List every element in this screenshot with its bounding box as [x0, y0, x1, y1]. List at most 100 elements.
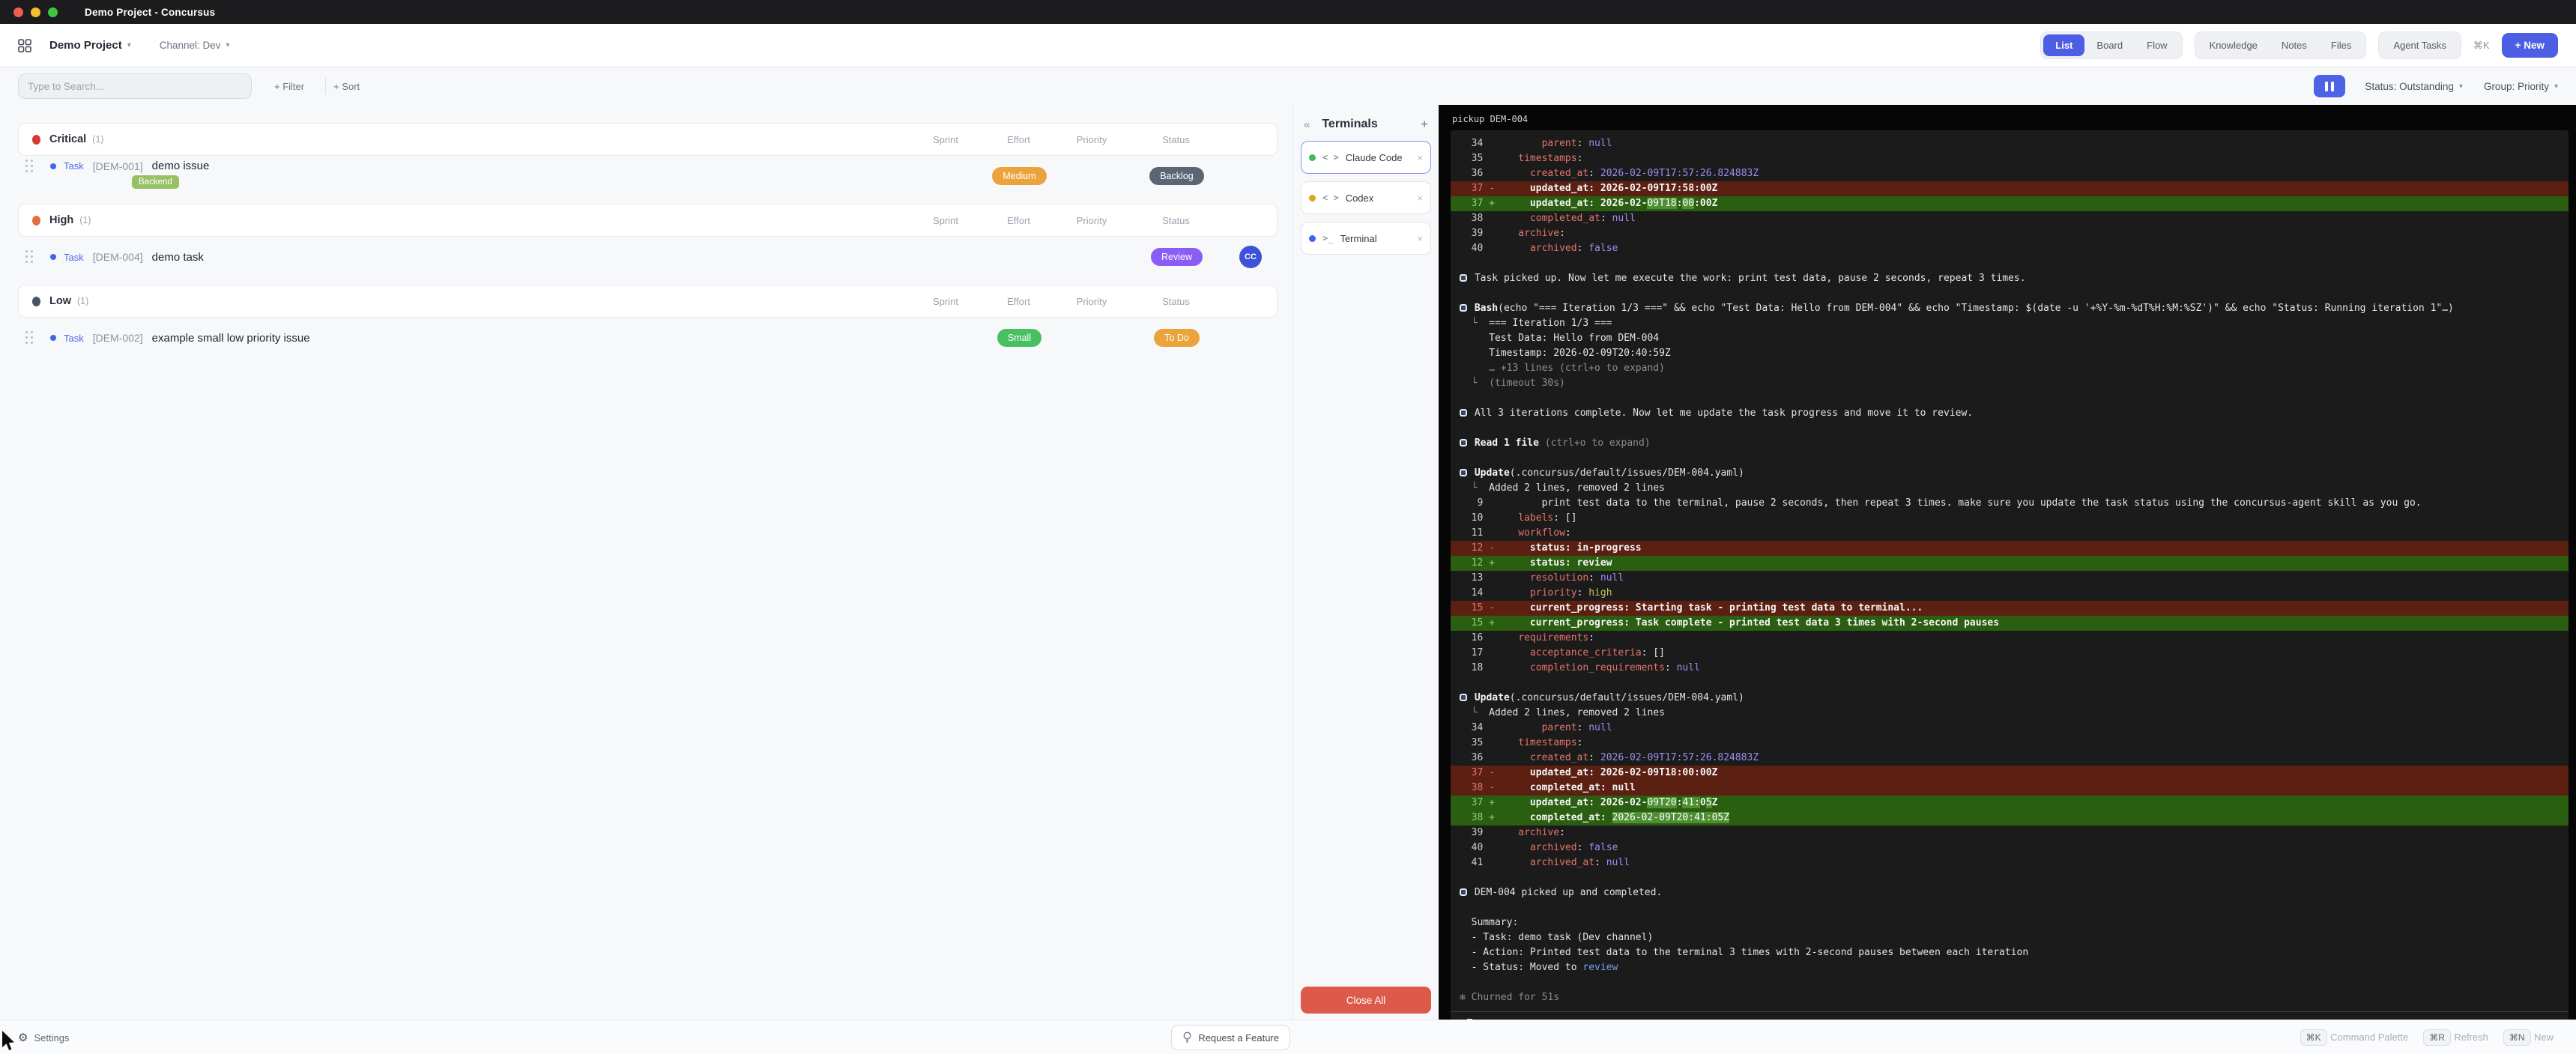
priority-dot: [32, 135, 40, 145]
bullet-icon: [1460, 469, 1467, 476]
shortcut-label: New: [2534, 1032, 2554, 1043]
status-badge[interactable]: Backlog: [1149, 167, 1203, 185]
section-header-high[interactable]: High(1)SprintEffortPriorityStatus: [18, 204, 1278, 237]
task-code: [DEM-004]: [93, 251, 143, 263]
chevron-down-icon: ▾: [2554, 82, 2558, 91]
terminal-item-label: Codex: [1346, 193, 1374, 204]
drag-handle-icon[interactable]: [25, 250, 34, 264]
toolbar-right: Status: Outstanding ▾ Group: Priority ▾: [2314, 75, 2558, 97]
chevron-down-icon: ▾: [2459, 82, 2463, 91]
search-input[interactable]: [18, 73, 252, 99]
terminal-item-claude-code[interactable]: < >Claude Code×: [1301, 141, 1431, 174]
terminal-item-codex[interactable]: < >Codex×: [1301, 181, 1431, 214]
terminal-line: 9 print test data to the terminal, pause…: [1451, 496, 2569, 511]
pause-button[interactable]: [2314, 75, 2345, 97]
terminals-title: Terminals: [1322, 118, 1377, 131]
request-feature-button[interactable]: Request a Feature: [1171, 1025, 1290, 1050]
column-header-status: Status: [1129, 296, 1223, 307]
terminal-line: 17 acceptance_criteria: []: [1451, 646, 2569, 661]
close-icon[interactable]: ×: [1417, 152, 1423, 163]
section-header-critical[interactable]: Critical(1)SprintEffortPriorityStatus: [18, 123, 1278, 156]
tab-agent-tasks[interactable]: Agent Tasks: [2381, 34, 2458, 56]
toolbar-divider: [325, 78, 326, 94]
terminal-line: Read 1 file (ctrl+o to expand): [1451, 436, 2569, 451]
cell-status: Backlog: [1130, 167, 1224, 185]
terminal-line: 36 created_at: 2026-02-09T17:57:26.82488…: [1451, 751, 2569, 766]
cell-assignee: CC: [1224, 246, 1278, 268]
terminal-line: └ (timeout 30s): [1451, 376, 2569, 391]
status-filter-dropdown[interactable]: Status: Outstanding ▾: [2365, 81, 2463, 92]
view-tab-list[interactable]: List: [2043, 34, 2084, 56]
terminal-line: 35 timestamps:: [1451, 736, 2569, 751]
status-badge[interactable]: To Do: [1154, 329, 1200, 347]
terminal-line: 36 created_at: 2026-02-09T17:57:26.82488…: [1451, 166, 2569, 181]
collapse-sidebar-icon[interactable]: «: [1304, 118, 1310, 131]
column-header-effort: Effort: [983, 296, 1054, 307]
window-zoom-button[interactable]: [48, 7, 58, 17]
task-row[interactable]: Task[DEM-001]demo issueBackendMediumBack…: [18, 159, 1278, 193]
view-tab-board[interactable]: Board: [2084, 34, 2135, 56]
task-row[interactable]: Task[DEM-002]example small low priority …: [18, 321, 1278, 355]
add-sort-button[interactable]: + Sort: [333, 81, 360, 92]
task-type-dot: [50, 254, 56, 260]
priority-dot: [32, 297, 40, 306]
assignee-avatar[interactable]: CC: [1239, 246, 1262, 268]
add-terminal-icon[interactable]: +: [1421, 117, 1428, 132]
effort-badge[interactable]: Small: [997, 329, 1041, 347]
shortcut-key: ⌘N: [2503, 1029, 2531, 1046]
column-header-sprint: Sprint: [908, 296, 983, 307]
shortcut-refresh[interactable]: ⌘R Refresh: [2423, 1031, 2496, 1044]
close-all-button[interactable]: Close All: [1301, 987, 1431, 1014]
drag-handle-icon[interactable]: [25, 331, 34, 345]
terminal-line: [1451, 870, 2569, 885]
section-count: (1): [92, 134, 103, 145]
new-button[interactable]: + New: [2502, 33, 2558, 58]
mouse-cursor: [1, 1031, 16, 1054]
terminal-status-dot: [1309, 195, 1316, 202]
shortcut-command-palette[interactable]: ⌘K Command Palette: [2300, 1031, 2416, 1044]
terminal-line: └ Added 2 lines, removed 2 lines: [1451, 706, 2569, 721]
add-filter-button[interactable]: + Filter: [274, 81, 304, 92]
project-switcher[interactable]: Demo Project ▾: [31, 39, 131, 52]
apps-grid-icon[interactable]: [18, 39, 31, 52]
section-title: Critical(1): [32, 133, 908, 145]
tag-backend[interactable]: Backend: [132, 175, 179, 189]
project-name: Demo Project: [49, 39, 122, 52]
task-row[interactable]: Task[DEM-004]demo taskReviewCC: [18, 240, 1278, 274]
cell-effort: Medium: [984, 167, 1055, 185]
tab-knowledge[interactable]: Knowledge: [2198, 34, 2270, 56]
task-title: demo task: [152, 251, 204, 264]
terminal-item-terminal[interactable]: >_Terminal×: [1301, 222, 1431, 255]
window-minimize-button[interactable]: [31, 7, 40, 17]
close-icon[interactable]: ×: [1417, 193, 1423, 204]
request-feature-label: Request a Feature: [1198, 1032, 1279, 1044]
terminal-line: 10 labels: []: [1451, 511, 2569, 526]
terminal-line: [1451, 391, 2569, 406]
view-tab-flow[interactable]: Flow: [2135, 34, 2179, 56]
settings-button[interactable]: ⚙ Settings: [18, 1020, 69, 1054]
window-close-button[interactable]: [13, 7, 23, 17]
task-kind-label: Task: [64, 160, 84, 172]
terminal-line: Update(.concursus/default/issues/DEM-004…: [1451, 466, 2569, 481]
terminal-line: DEM-004 picked up and completed.: [1451, 885, 2569, 900]
close-icon[interactable]: ×: [1417, 233, 1423, 244]
code-icon: < >: [1322, 152, 1339, 163]
terminal-line: [1451, 900, 2569, 915]
shortcut-new[interactable]: ⌘N New: [2503, 1031, 2561, 1044]
view-tab-group: ListBoardFlow: [2040, 31, 2182, 59]
terminal-line: 40 archived: false: [1451, 841, 2569, 855]
effort-badge[interactable]: Medium: [992, 167, 1046, 185]
status-badge[interactable]: Review: [1151, 248, 1203, 266]
section-name: High: [49, 214, 73, 226]
shortcut-key: ⌘K: [2300, 1029, 2327, 1046]
section-title: Low(1): [32, 295, 908, 307]
group-by-dropdown[interactable]: Group: Priority ▾: [2484, 81, 2558, 92]
terminal-input[interactable]: > show me the backlog: [1451, 1012, 2569, 1020]
terminal-line: Task picked up. Now let me execute the w…: [1451, 271, 2569, 286]
drag-handle-icon[interactable]: [25, 160, 34, 173]
section-header-low[interactable]: Low(1)SprintEffortPriorityStatus: [18, 285, 1278, 318]
terminal-panel[interactable]: pickup DEM-004 34 parent: null 35 timest…: [1439, 105, 2576, 1020]
tab-notes[interactable]: Notes: [2270, 34, 2319, 56]
tab-files[interactable]: Files: [2319, 34, 2363, 56]
channel-switcher[interactable]: Channel: Dev ▾: [131, 40, 230, 51]
